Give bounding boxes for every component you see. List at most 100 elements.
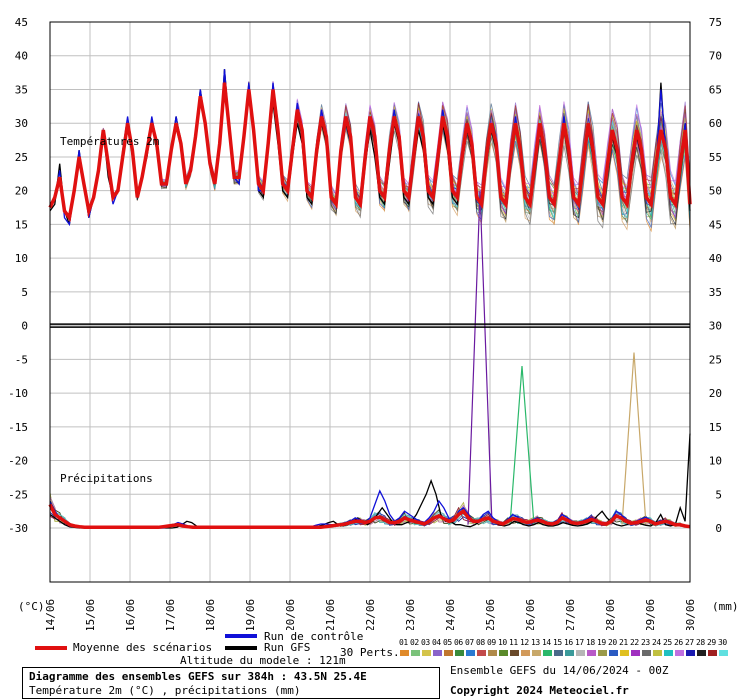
pert-swatch bbox=[488, 650, 497, 656]
pert-number: 04 bbox=[432, 638, 441, 647]
pert-number: 02 bbox=[410, 638, 419, 647]
pert-number: 12 bbox=[520, 638, 529, 647]
left-tick-label: -20 bbox=[8, 455, 28, 468]
x-tick-label: 20/06 bbox=[284, 599, 297, 630]
right-tick-label: 35 bbox=[709, 286, 722, 299]
pert-number: 03 bbox=[421, 638, 430, 647]
right-tick-label: 45 bbox=[709, 218, 722, 231]
right-tick-label: 25 bbox=[709, 353, 722, 366]
pert-number: 18 bbox=[586, 638, 595, 647]
pert-swatch bbox=[411, 650, 420, 656]
x-tick-label: 18/06 bbox=[204, 599, 217, 630]
pert-swatch bbox=[631, 650, 640, 656]
pert-number: 25 bbox=[663, 638, 672, 647]
pert-swatch bbox=[400, 650, 409, 656]
pert-number: 22 bbox=[630, 638, 639, 647]
right-tick-label: 20 bbox=[709, 387, 722, 400]
pert-number: 26 bbox=[674, 638, 683, 647]
right-tick-label: 50 bbox=[709, 185, 722, 198]
right-tick-label: 60 bbox=[709, 117, 722, 130]
pert-number: 07 bbox=[465, 638, 474, 647]
pert-swatch bbox=[477, 650, 486, 656]
x-tick-label: 15/06 bbox=[84, 599, 97, 630]
pert-swatch bbox=[598, 650, 607, 656]
mean-legend-label: Moyenne des scénarios bbox=[73, 641, 213, 654]
pert-swatch bbox=[664, 650, 673, 656]
pert-swatch bbox=[642, 650, 651, 656]
x-tick-label: 22/06 bbox=[364, 599, 377, 630]
mean-legend-line bbox=[35, 646, 67, 650]
pert-swatch bbox=[609, 650, 618, 656]
pert-swatch bbox=[686, 650, 695, 656]
left-tick-label: 5 bbox=[21, 286, 28, 299]
left-tick-label: -5 bbox=[15, 353, 28, 366]
gfs-legend-line bbox=[225, 646, 257, 650]
gfs-legend-label: Run GFS bbox=[264, 641, 311, 654]
altitude-label: Altitude du modele : 121m bbox=[180, 654, 346, 667]
chart-axes: 45 7540 7035 6530 6025 5520 5015 4510 405 350 30-5… bbox=[8, 16, 738, 630]
x-tick-label: 28/06 bbox=[604, 599, 617, 630]
peak-precip-line bbox=[621, 352, 647, 525]
pert-number: 06 bbox=[454, 638, 463, 647]
perts-label: 30 Perts. bbox=[340, 646, 400, 659]
pert-number: 14 bbox=[542, 638, 551, 647]
pert-swatch bbox=[543, 650, 552, 656]
x-tick-label: 19/06 bbox=[244, 599, 257, 630]
x-tick-label: 27/06 bbox=[564, 599, 577, 630]
x-tick-label: 24/06 bbox=[444, 599, 457, 630]
temperature-panel-label: Températures 2m bbox=[60, 135, 160, 148]
pert-swatch bbox=[576, 650, 585, 656]
ensemble-chart: 45 7540 7035 6530 6025 5520 5015 4510 405 350 30-5… bbox=[8, 16, 738, 630]
left-tick-label: 10 bbox=[15, 252, 28, 265]
pert-number: 05 bbox=[443, 638, 452, 647]
pert-number: 10 bbox=[498, 638, 507, 647]
pert-number: 27 bbox=[685, 638, 694, 647]
pert-swatch bbox=[719, 650, 728, 656]
x-tick-label: 21/06 bbox=[324, 599, 337, 630]
pert-swatch bbox=[697, 650, 706, 656]
left-tick-label: 40 bbox=[15, 50, 28, 63]
right-tick-label: 70 bbox=[709, 50, 722, 63]
left-tick-label: 35 bbox=[15, 83, 28, 96]
left-tick-label: 30 bbox=[15, 117, 28, 130]
pert-swatch bbox=[521, 650, 530, 656]
pert-number: 30 bbox=[718, 638, 727, 647]
left-tick-label: -30 bbox=[8, 522, 28, 535]
pert-swatch bbox=[466, 650, 475, 656]
chart-subtitle: Température 2m (°C) , précipitations (mm… bbox=[29, 684, 301, 697]
right-tick-label: 0 bbox=[715, 522, 722, 535]
right-tick-label: 65 bbox=[709, 83, 722, 96]
right-tick-label: 40 bbox=[709, 252, 722, 265]
x-tick-label: 26/06 bbox=[524, 599, 537, 630]
pert-number: 15 bbox=[553, 638, 562, 647]
pert-swatch bbox=[653, 650, 662, 656]
pert-swatch bbox=[554, 650, 563, 656]
right-unit-label: (mm) bbox=[712, 600, 739, 613]
pert-number: 17 bbox=[575, 638, 584, 647]
chart-title: Diagramme des ensembles GEFS sur 384h : … bbox=[29, 670, 367, 683]
left-unit-label: (°C) bbox=[18, 600, 45, 613]
pert-number: 23 bbox=[641, 638, 650, 647]
title-box: Diagramme des ensembles GEFS sur 384h : … bbox=[22, 667, 440, 699]
left-tick-label: 25 bbox=[15, 151, 28, 164]
pert-number: 01 bbox=[399, 638, 408, 647]
pert-number: 20 bbox=[608, 638, 617, 647]
pert-number: 28 bbox=[696, 638, 705, 647]
pert-swatch bbox=[620, 650, 629, 656]
right-tick-label: 55 bbox=[709, 151, 722, 164]
pert-number: 29 bbox=[707, 638, 716, 647]
left-tick-label: -25 bbox=[8, 488, 28, 501]
left-tick-label: -15 bbox=[8, 421, 28, 434]
left-tick-label: 15 bbox=[15, 218, 28, 231]
left-tick-label: -10 bbox=[8, 387, 28, 400]
run-info: Ensemble GEFS du 14/06/2024 - 00Z bbox=[450, 664, 669, 677]
precip-panel-label: Précipitations bbox=[60, 472, 153, 485]
pert-swatch bbox=[587, 650, 596, 656]
right-tick-label: 75 bbox=[709, 16, 722, 29]
x-tick-label: 16/06 bbox=[124, 599, 137, 630]
right-tick-label: 5 bbox=[715, 488, 722, 501]
pert-swatch bbox=[422, 650, 431, 656]
copyright: Copyright 2024 Meteociel.fr bbox=[450, 684, 629, 697]
pert-swatch bbox=[499, 650, 508, 656]
pert-swatch bbox=[444, 650, 453, 656]
